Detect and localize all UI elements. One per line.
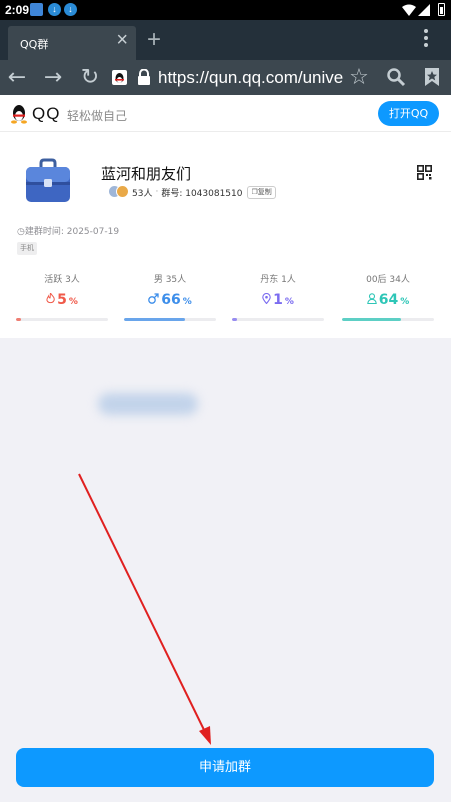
stat-age: 00后 34人 64% <box>342 272 434 321</box>
stat-active: 活跃 3人 5% <box>16 272 108 321</box>
browser-menu-icon[interactable] <box>424 29 430 50</box>
copy-label: 复制 <box>257 187 272 196</box>
download-icon: ↓ <box>64 3 77 16</box>
app-notification-icon <box>30 3 43 16</box>
member-count: 53人 <box>132 188 153 199</box>
male-icon <box>148 293 159 304</box>
member-avatars <box>108 185 130 199</box>
qr-code-icon[interactable] <box>417 165 432 180</box>
location-icon <box>262 293 271 304</box>
back-arrow-icon[interactable]: ← <box>4 64 30 91</box>
browser-tab-strip: QQ群 × + <box>0 20 451 60</box>
meta-separator: · <box>155 187 159 197</box>
stat-bar <box>232 318 324 321</box>
reload-icon[interactable]: ↻ <box>77 64 103 91</box>
download-icon: ↓ <box>48 3 61 16</box>
star-icon[interactable]: ☆ <box>346 64 372 91</box>
stat-bar <box>342 318 434 321</box>
stat-bar <box>16 318 108 321</box>
brand-name: QQ <box>32 104 61 123</box>
build-time: ◷建群时间: 2025-07-19 <box>17 227 120 237</box>
group-info-card: 蓝河和朋友们 53人 · 群号: 1043081510 ❐复制 ◷建群时间: 2… <box>0 132 451 338</box>
stat-value: 1 <box>273 292 283 308</box>
browser-tab[interactable]: QQ群 × <box>8 26 136 60</box>
group-avatar-briefcase-icon <box>26 158 70 202</box>
stat-bar-fill <box>16 318 21 321</box>
stat-unit: % <box>284 297 294 307</box>
open-qq-button[interactable]: 打开QQ <box>378 101 439 126</box>
qq-penguin-logo <box>11 105 27 124</box>
tab-title: QQ群 <box>20 38 49 51</box>
build-time-text: 建群时间: 2025-07-19 <box>24 227 120 237</box>
forward-arrow-icon[interactable]: → <box>40 64 66 91</box>
stat-label: 丹东 1人 <box>260 275 296 285</box>
battery-icon <box>438 3 445 16</box>
stat-label: 男 35人 <box>153 275 187 285</box>
group-tag: 手机 <box>17 242 37 255</box>
stat-value: 66 <box>161 292 181 308</box>
group-name: 蓝河和朋友们 <box>101 165 192 183</box>
signal-icon <box>418 4 430 16</box>
brand-slogan: 轻松做自己 <box>67 109 128 123</box>
stat-bar-fill <box>232 318 237 321</box>
stat-bar <box>124 318 216 321</box>
stat-unit: % <box>68 297 78 307</box>
new-tab-button[interactable]: + <box>143 27 165 53</box>
lock-icon <box>138 69 150 85</box>
address-bar[interactable]: https://qun.qq.com/universal-share <box>158 66 343 89</box>
apply-join-group-button[interactable]: 申请加群 <box>16 748 434 787</box>
stat-unit: % <box>400 297 410 307</box>
status-bar: 2:09 ↓ ↓ <box>0 0 451 20</box>
status-time: 2:09 <box>5 3 30 17</box>
stat-bar-fill <box>124 318 185 321</box>
stat-bar-fill <box>342 318 401 321</box>
stat-label: 00后 34人 <box>366 275 410 285</box>
flame-icon <box>46 293 55 304</box>
blurred-content <box>98 393 198 415</box>
copy-group-number-button[interactable]: ❐复制 <box>247 185 276 199</box>
bookmarks-icon[interactable] <box>424 67 440 87</box>
stat-label: 活跃 3人 <box>44 275 80 285</box>
search-icon[interactable] <box>386 67 406 87</box>
person-icon <box>366 293 377 304</box>
stat-value: 64 <box>378 292 399 308</box>
group-number: 群号: 1043081510 <box>161 188 243 199</box>
wifi-icon <box>402 4 416 16</box>
browser-toolbar: ← → ↻ https://qun.qq.com/universal-share… <box>0 60 451 95</box>
site-favicon <box>112 70 127 85</box>
stat-unit: % <box>182 297 192 307</box>
stat-male: 男 35人 66% <box>124 272 216 321</box>
stat-location: 丹东 1人 1% <box>232 272 324 321</box>
stat-value: 5 <box>57 292 67 308</box>
tab-close-icon[interactable]: × <box>116 30 128 50</box>
group-meta: 53人 · 群号: 1043081510 ❐复制 <box>108 184 276 200</box>
